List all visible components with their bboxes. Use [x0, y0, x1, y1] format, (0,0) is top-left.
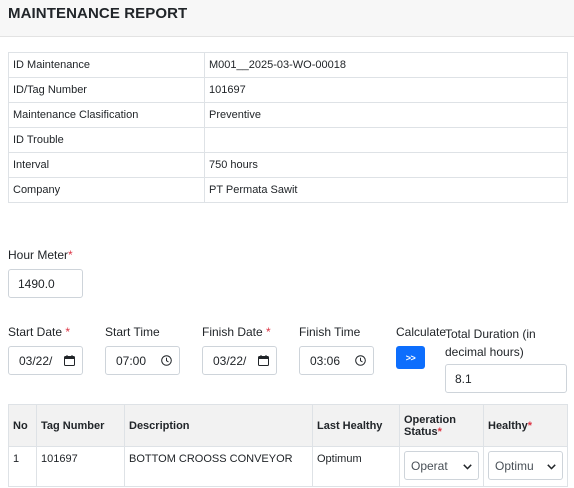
cell-healthy: Optimu	[483, 446, 568, 487]
clock-icon[interactable]	[161, 355, 172, 369]
info-row: ID/Tag Number 101697	[8, 77, 568, 103]
info-label: Maintenance Clasification	[8, 102, 205, 128]
chevron-down-icon	[463, 459, 472, 473]
maintenance-info-table: ID Maintenance M001__2025-03-WO-00018 ID/…	[8, 52, 568, 203]
calculate-button[interactable]: >>	[396, 346, 425, 369]
info-label: ID Maintenance	[8, 52, 205, 78]
start-time-label: Start Time	[105, 325, 160, 339]
col-header-last-healthy: Last Healthy	[312, 404, 400, 447]
required-mark: *	[437, 425, 442, 438]
cell-operation-status: Operat	[399, 446, 484, 487]
required-mark: *	[65, 325, 71, 339]
calculate-label: Calculate	[396, 325, 447, 339]
cell-description: BOTTOM CROOSS CONVEYOR	[124, 446, 313, 487]
info-label: Company	[8, 177, 205, 203]
finish-time-input[interactable]: 03:06	[299, 346, 374, 375]
start-time-input[interactable]: 07:00	[105, 346, 180, 375]
info-row: Company PT Permata Sawit	[8, 177, 568, 203]
table-header-row: No Tag Number Description Last Healthy O…	[8, 404, 568, 447]
chevron-down-icon	[547, 459, 556, 473]
col-header-healthy: Healthy*	[483, 404, 568, 447]
info-label: Interval	[8, 152, 205, 178]
finish-time-label: Finish Time	[299, 325, 361, 339]
total-duration-label: Total Duration (in decimal hours)	[445, 327, 536, 359]
info-row: ID Maintenance M001__2025-03-WO-00018	[8, 52, 568, 78]
info-value: 101697	[204, 77, 568, 103]
col-header-tag: Tag Number	[36, 404, 125, 447]
total-duration-input[interactable]: 8.1	[445, 364, 567, 393]
cell-tag: 101697	[36, 446, 125, 487]
page-header: MAINTENANCE REPORT	[0, 0, 574, 37]
col-header-no: No	[8, 404, 37, 447]
start-date-label: Start Date *	[8, 325, 71, 339]
table-row: 1 101697 BOTTOM CROOSS CONVEYOR Optimum …	[8, 446, 568, 487]
info-value: Preventive	[204, 102, 568, 128]
info-value	[204, 127, 568, 153]
info-value: PT Permata Sawit	[204, 177, 568, 203]
clock-icon[interactable]	[355, 355, 366, 369]
required-mark: *	[527, 419, 533, 432]
finish-date-input[interactable]: 03/22/	[202, 346, 277, 375]
calendar-icon[interactable]	[64, 355, 75, 369]
start-date-input[interactable]: 03/22/	[8, 346, 83, 375]
info-value: 750 hours	[204, 152, 568, 178]
operation-status-select[interactable]: Operat	[404, 451, 479, 480]
info-label: ID/Tag Number	[8, 77, 205, 103]
info-label: ID Trouble	[8, 127, 205, 153]
info-row: ID Trouble	[8, 127, 568, 153]
required-mark: *	[266, 325, 271, 339]
healthy-select[interactable]: Optimu	[488, 451, 563, 480]
cell-last-healthy: Optimum	[312, 446, 400, 487]
hour-meter-input[interactable]: 1490.0	[8, 269, 83, 298]
info-row: Maintenance Clasification Preventive	[8, 102, 568, 128]
cell-no: 1	[8, 446, 37, 487]
page-title: MAINTENANCE REPORT	[8, 5, 188, 22]
info-row: Interval 750 hours	[8, 152, 568, 178]
finish-date-label: Finish Date *	[202, 325, 271, 339]
items-table: No Tag Number Description Last Healthy O…	[8, 404, 568, 487]
calendar-icon[interactable]	[258, 355, 269, 369]
required-mark: *	[68, 248, 73, 262]
info-value: M001__2025-03-WO-00018	[204, 52, 568, 78]
hour-meter-label: Hour Meter*	[8, 248, 73, 262]
col-header-operation-status: Operation Status*	[399, 404, 484, 447]
col-header-description: Description	[124, 404, 313, 447]
